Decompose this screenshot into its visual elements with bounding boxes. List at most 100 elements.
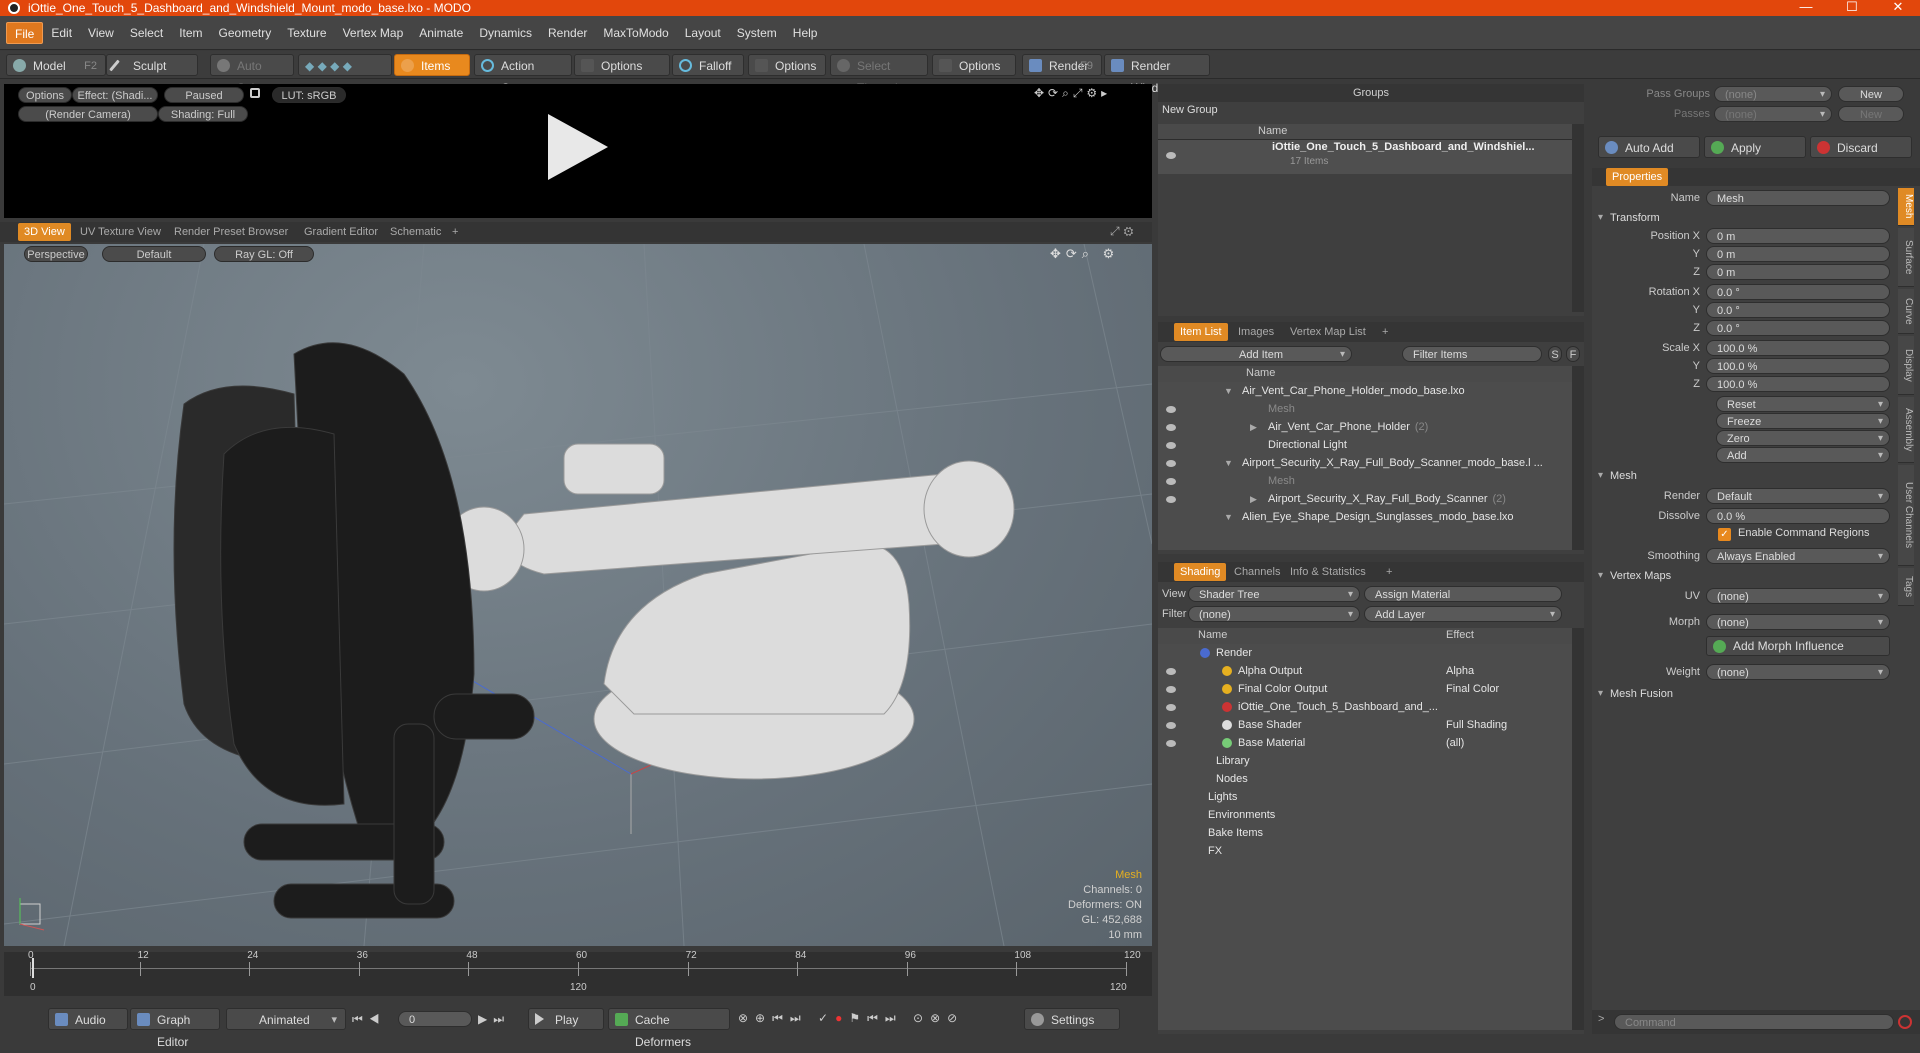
filter-s-button[interactable]: S [1548,346,1562,362]
enable-command-regions-checkbox[interactable]: ✓ [1718,528,1731,541]
tab-3d-view[interactable]: 3D View [18,223,71,241]
animated-dropdown[interactable]: Animated ▾ [226,1008,346,1030]
shader-row[interactable]: Lights [1158,788,1572,806]
tab-item-list[interactable]: Item List [1174,323,1228,341]
add-layer-dropdown[interactable]: Add Layer [1364,606,1562,622]
shader-row[interactable]: Render [1158,644,1572,662]
command-stop-icon[interactable] [1898,1015,1912,1029]
eye-icon[interactable] [1166,442,1176,449]
position-x-input[interactable]: 0 m [1706,228,1890,244]
close-button[interactable]: ✕ [1875,0,1920,16]
select-options-button[interactable]: Options [932,54,1016,76]
add-tab-button[interactable]: + [446,223,464,241]
menu-item[interactable]: Item [171,22,210,44]
side-tab-mesh[interactable]: Mesh [1898,188,1914,226]
items-mode-button[interactable]: Items [394,54,470,76]
expand-arrow-icon[interactable]: ▶ [1250,418,1257,436]
shader-effect[interactable]: (all) [1446,734,1464,752]
position-y-input[interactable]: 0 m [1706,246,1890,262]
filter-items-input[interactable]: Filter Items [1402,346,1542,362]
tab-info-statistics[interactable]: Info & Statistics [1284,563,1372,581]
discard-button[interactable]: Discard [1810,136,1912,158]
add-item-dropdown[interactable]: Add Item [1160,346,1352,362]
dissolve-input[interactable]: 0.0 % [1706,508,1890,524]
preview-options-button[interactable]: Options [18,87,72,103]
render-button[interactable]: Render F9 [1022,54,1102,76]
render-dropdown[interactable]: Default [1706,488,1890,504]
shader-effect[interactable]: Final Color [1446,680,1499,698]
scale-y-input[interactable]: 100.0 % [1706,358,1890,374]
side-tab-user-channels[interactable]: User Channels [1898,465,1914,566]
rotation-x-input[interactable]: 0.0 ° [1706,284,1890,300]
tab-render-preset-browser[interactable]: Render Preset Browser [168,223,294,241]
settings-button[interactable]: Settings [1024,1008,1120,1030]
action-center-options-button[interactable]: Options [574,54,670,76]
side-tab-curve[interactable]: Curve [1898,289,1914,334]
lut-dropdown[interactable]: LUT: sRGB [272,87,346,103]
add-dropdown[interactable]: Add [1716,447,1890,463]
tab-images[interactable]: Images [1232,323,1280,341]
item-row[interactable]: ▶ Air_Vent_Car_Phone_Holder (2) [1158,418,1572,436]
shader-effect[interactable]: Alpha [1446,662,1474,680]
eye-icon[interactable] [1166,740,1176,747]
side-tab-display[interactable]: Display [1898,336,1914,395]
time-cursor[interactable] [32,958,34,978]
assign-material-button[interactable]: Assign Material [1364,586,1562,602]
item-row[interactable]: Mesh [1158,400,1572,418]
tab-gradient-editor[interactable]: Gradient Editor [298,223,384,241]
graph-editor-button[interactable]: Graph Editor [130,1008,220,1049]
menu-render[interactable]: Render [540,22,595,44]
morph-dropdown[interactable]: (none) [1706,614,1890,630]
weight-dropdown[interactable]: (none) [1706,664,1890,680]
shader-row[interactable]: Library [1158,752,1572,770]
mesh-section[interactable]: Mesh [1596,468,1637,484]
side-tab-assembly[interactable]: Assembly [1898,397,1914,463]
select-through-button[interactable]: Select Through [830,54,928,95]
3d-viewport[interactable]: Perspective Default Ray GL: Off ✥⟳⌕ ⚙ Me… [4,244,1152,946]
zero-dropdown[interactable]: Zero [1716,430,1890,446]
groups-scrollbar[interactable] [1572,124,1584,312]
freeze-dropdown[interactable]: Freeze [1716,413,1890,429]
expand-arrow-icon[interactable]: ▼ [1224,454,1233,472]
tab-shading[interactable]: Shading [1174,563,1227,581]
key-tools-icons[interactable]: ⊗⊕⏮⏭ ✓●⚑⏮⏭ ⊙⊗⊘ [738,1011,964,1026]
add-tab-button[interactable]: + [1376,323,1394,341]
new-pass-button[interactable]: New [1838,106,1904,122]
frame-input[interactable]: 0 [398,1011,472,1027]
eye-icon[interactable] [1166,686,1176,693]
expand-arrow-icon[interactable]: ▼ [1224,508,1233,526]
side-tab-surface[interactable]: Surface [1898,228,1914,287]
transform-section[interactable]: Transform [1596,210,1660,226]
menu-texture[interactable]: Texture [279,22,334,44]
add-tab-button[interactable]: + [1380,563,1398,581]
command-input[interactable]: Command [1614,1014,1894,1030]
render-window-button[interactable]: Render Window [1104,54,1210,95]
selection-mode-buttons[interactable]: ◆ ◆ ◆ ◆ [298,54,392,76]
auto-select-button[interactable]: Auto Select [210,54,294,95]
uv-dropdown[interactable]: (none) [1706,588,1890,604]
preview-paused-button[interactable]: Paused [164,87,244,103]
falloff-button[interactable]: Falloff [672,54,744,76]
shader-row[interactable]: Alpha Output Alpha [1158,662,1572,680]
menu-view[interactable]: View [80,22,122,44]
shader-tree-scrollbar[interactable] [1572,628,1584,1030]
shader-row[interactable]: Base Shader Full Shading [1158,716,1572,734]
name-input[interactable]: Mesh [1706,190,1890,206]
eye-icon[interactable] [1166,152,1176,159]
tab-schematic[interactable]: Schematic [384,223,447,241]
eye-icon[interactable] [1166,460,1176,467]
menu-vertex-map[interactable]: Vertex Map [335,22,412,44]
eye-icon[interactable] [1166,668,1176,675]
menu-layout[interactable]: Layout [677,22,729,44]
new-group-button[interactable]: New Group [1162,104,1218,116]
tab-uv-texture-view[interactable]: UV Texture View [74,223,167,241]
group-row[interactable]: iOttie_One_Touch_5_Dashboard_and_Windshi… [1158,140,1572,174]
shading-filter-dropdown[interactable]: (none) [1188,606,1360,622]
model-button[interactable]: Model F2 [6,54,106,76]
timeline[interactable]: 0 12 24 36 48 60 72 84 96 108 120 0 120 120 [4,950,1152,996]
tab-properties[interactable]: Properties [1606,168,1669,186]
tab-vertex-map-list[interactable]: Vertex Map List [1284,323,1372,341]
side-tab-tags[interactable]: Tags [1898,568,1914,606]
eye-icon[interactable] [1166,424,1176,431]
maximize-button[interactable]: ☐ [1829,0,1875,16]
